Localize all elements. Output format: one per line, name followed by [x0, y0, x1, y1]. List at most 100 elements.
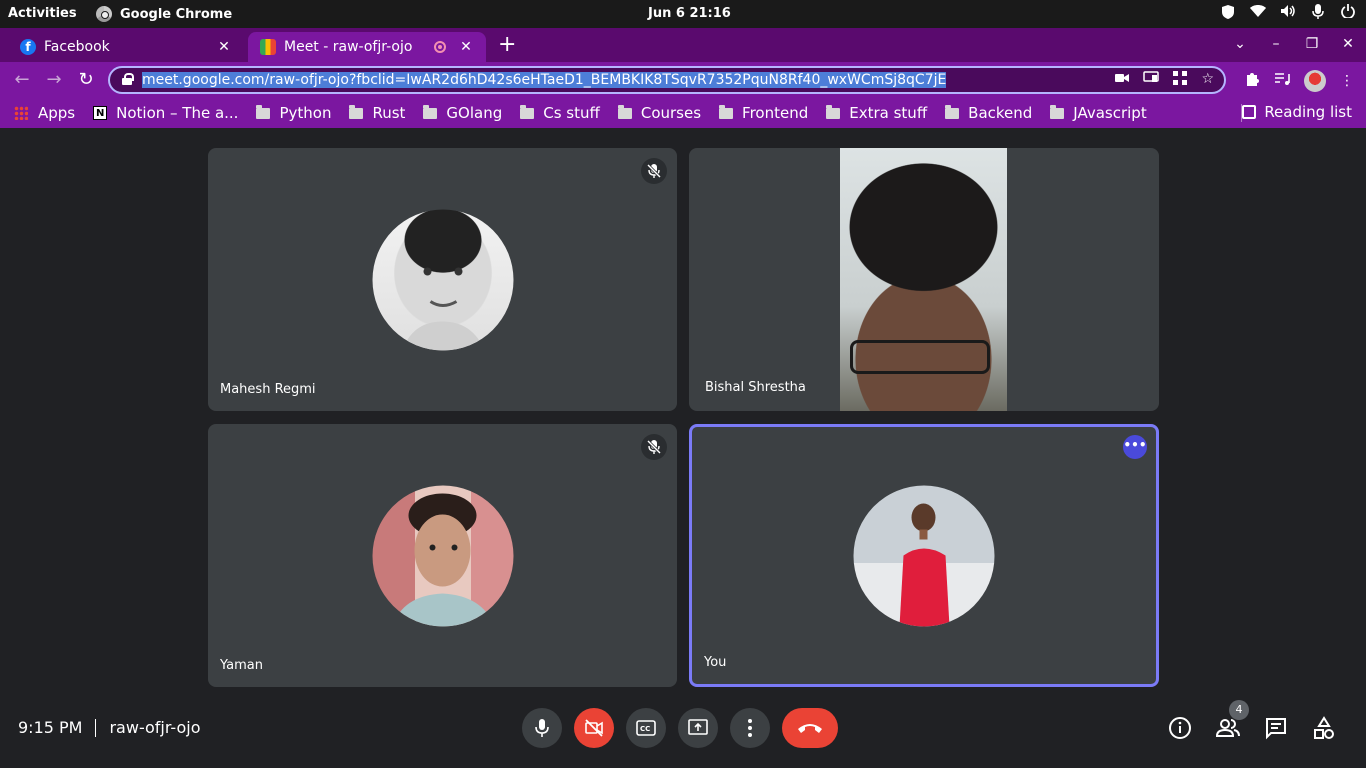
- folder-icon: [945, 104, 960, 119]
- participant-tile-bishal[interactable]: Bishal Shrestha: [689, 148, 1159, 411]
- tab-title: Meet - raw-ofjr-ojo: [284, 39, 413, 55]
- leave-call-button[interactable]: [782, 708, 838, 748]
- extensions-icon[interactable]: [1244, 71, 1260, 91]
- people-icon: [1216, 719, 1240, 737]
- folder-icon: [617, 104, 632, 119]
- participant-avatar: [372, 485, 513, 626]
- app-name-label: Google Chrome: [120, 6, 233, 22]
- apps-grid-icon: [14, 106, 28, 120]
- meeting-controls-bar: 9:15 PM raw-ofjr-ojo CC 4: [0, 700, 1366, 768]
- qr-code-icon[interactable]: [1173, 71, 1188, 89]
- meeting-time: 9:15 PM: [18, 718, 83, 737]
- forward-icon[interactable]: →: [44, 70, 64, 90]
- activities-panel-button[interactable]: [1312, 716, 1336, 740]
- participant-name: Yaman: [220, 658, 263, 673]
- bookmark-notion[interactable]: N Notion – The a...: [93, 104, 238, 122]
- bookmark-folder-frontend[interactable]: Frontend: [719, 104, 808, 122]
- volume-icon: [1280, 4, 1296, 22]
- app-menu[interactable]: Google Chrome: [96, 6, 232, 22]
- folder-icon: [719, 104, 734, 119]
- wifi-icon: [1250, 4, 1266, 22]
- close-icon[interactable]: ✕: [458, 39, 474, 55]
- participant-tile-mahesh[interactable]: Mahesh Regmi: [208, 148, 677, 411]
- camera-icon[interactable]: [1115, 71, 1130, 89]
- camera-off-icon: [585, 719, 603, 737]
- tab-facebook[interactable]: f Facebook ✕: [8, 32, 244, 62]
- video-frame-detail: [850, 340, 990, 374]
- activities-button[interactable]: Activities: [8, 6, 77, 21]
- bookmark-folder-golang[interactable]: GOlang: [423, 104, 502, 122]
- new-tab-button[interactable]: +: [498, 34, 516, 56]
- present-screen-icon: [688, 719, 708, 735]
- microphone-icon: [1310, 4, 1326, 22]
- participant-name: You: [704, 655, 727, 670]
- url-text[interactable]: meet.google.com/raw-ofjr-ojo?fbclid=IwAR…: [142, 72, 947, 88]
- bookmarks-bar: Apps N Notion – The a... Python Rust GOla…: [0, 98, 1366, 128]
- reading-list-button[interactable]: Reading list: [1242, 103, 1352, 121]
- meeting-details-button[interactable]: [1168, 716, 1192, 740]
- bookmark-apps[interactable]: Apps: [14, 104, 75, 122]
- tab-strip: f Facebook ✕ Meet - raw-ofjr-ojo ✕ + ⌄ –…: [0, 28, 1366, 62]
- participant-tile-yaman[interactable]: Yaman: [208, 424, 677, 687]
- mic-off-icon: [641, 158, 667, 184]
- microphone-button[interactable]: [522, 708, 562, 748]
- folder-icon: [349, 104, 364, 119]
- bookmark-star-icon[interactable]: ☆: [1201, 71, 1214, 89]
- bookmark-folder-courses[interactable]: Courses: [617, 104, 701, 122]
- chat-button[interactable]: [1264, 716, 1288, 740]
- close-icon[interactable]: ✕: [216, 39, 232, 55]
- tab-meet[interactable]: Meet - raw-ofjr-ojo ✕: [248, 32, 486, 62]
- captions-icon: CC: [636, 720, 656, 736]
- present-screen-button[interactable]: [678, 708, 718, 748]
- microphone-icon: [535, 719, 549, 737]
- end-call-icon: [798, 724, 822, 733]
- bookmark-folder-python[interactable]: Python: [256, 104, 331, 122]
- media-control-icon[interactable]: [1274, 72, 1290, 90]
- cast-icon[interactable]: [1143, 71, 1160, 89]
- more-options-icon[interactable]: •••: [1123, 435, 1147, 459]
- folder-icon: [520, 104, 535, 119]
- bookmark-folder-rust[interactable]: Rust: [349, 104, 405, 122]
- tab-search-icon[interactable]: ⌄: [1232, 36, 1248, 52]
- bookmark-folder-javascript[interactable]: JAvascript: [1050, 104, 1147, 122]
- camera-off-button[interactable]: [574, 708, 614, 748]
- captions-button[interactable]: CC: [626, 708, 666, 748]
- system-clock[interactable]: Jun 6 21:16: [648, 6, 731, 21]
- profile-avatar[interactable]: [1304, 70, 1326, 92]
- folder-icon: [1050, 104, 1065, 119]
- meeting-code: raw-ofjr-ojo: [109, 718, 201, 737]
- minimize-icon[interactable]: –: [1268, 36, 1284, 52]
- back-icon[interactable]: ←: [12, 70, 32, 90]
- meet-icon: [260, 39, 276, 55]
- tab-title: Facebook: [44, 39, 110, 55]
- reload-icon[interactable]: ↻: [76, 70, 96, 90]
- chat-icon: [1266, 718, 1286, 740]
- more-options-button[interactable]: [730, 708, 770, 748]
- omnibox-actions: ☆: [1115, 71, 1214, 89]
- mic-off-icon: [641, 434, 667, 460]
- close-window-icon[interactable]: ✕: [1340, 36, 1356, 52]
- more-vert-icon: [748, 719, 752, 737]
- extension-area: ⋮: [1244, 70, 1354, 92]
- address-bar[interactable]: meet.google.com/raw-ofjr-ojo?fbclid=IwAR…: [108, 66, 1226, 94]
- window-controls: ⌄ – ❐ ✕: [1232, 36, 1356, 52]
- system-tray[interactable]: [1220, 4, 1356, 22]
- chrome-menu-icon[interactable]: ⋮: [1340, 73, 1354, 89]
- bookmark-folder-extra-stuff[interactable]: Extra stuff: [826, 104, 927, 122]
- folder-icon: [423, 104, 438, 119]
- restore-icon[interactable]: ❐: [1304, 36, 1320, 52]
- divider: [95, 718, 97, 737]
- participant-video: [840, 148, 1007, 411]
- bookmark-folder-backend[interactable]: Backend: [945, 104, 1032, 122]
- lock-icon[interactable]: [122, 73, 134, 85]
- folder-icon: [826, 104, 841, 119]
- notion-icon: N: [93, 106, 108, 120]
- participant-name: Mahesh Regmi: [220, 382, 316, 397]
- bookmark-folder-cs-stuff[interactable]: Cs stuff: [520, 104, 600, 122]
- folder-icon: [256, 104, 271, 119]
- meet-stage: Mahesh Regmi Bishal Shrestha Yaman ••• Y…: [0, 128, 1366, 768]
- people-button[interactable]: [1216, 716, 1240, 740]
- system-top-bar: Activities Google Chrome Jun 6 21:16: [0, 0, 1366, 28]
- facebook-icon: f: [20, 39, 36, 55]
- participant-tile-you[interactable]: ••• You: [689, 424, 1159, 687]
